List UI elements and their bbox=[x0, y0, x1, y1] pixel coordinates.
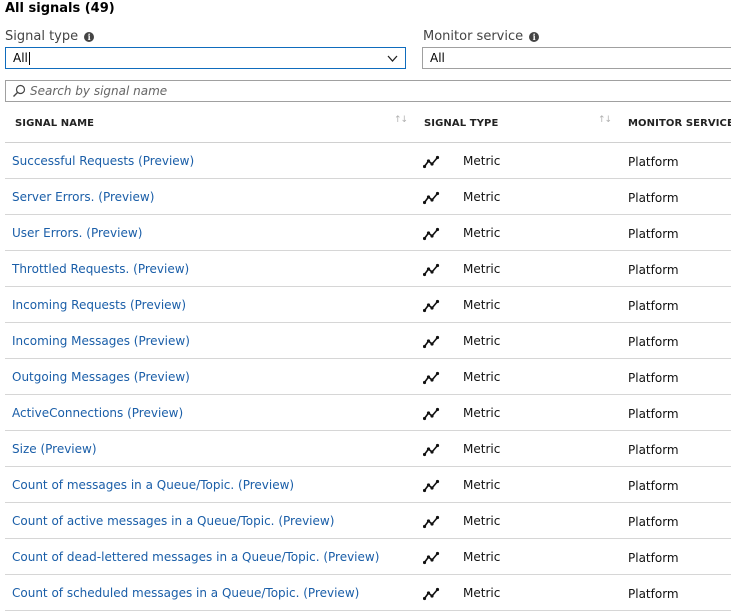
info-icon[interactable]: i bbox=[84, 31, 95, 42]
info-icon[interactable]: i bbox=[529, 31, 540, 42]
signal-type-dropdown[interactable]: All bbox=[5, 47, 406, 69]
text-caret bbox=[28, 52, 30, 65]
metric-icon bbox=[423, 191, 440, 205]
monitor-service-cell: Platform bbox=[628, 191, 679, 205]
search-input[interactable] bbox=[30, 82, 710, 100]
search-box[interactable] bbox=[5, 80, 731, 102]
signal-type-cell: Metric bbox=[463, 262, 501, 276]
table-row[interactable]: Size (Preview) Metric Platform bbox=[5, 431, 731, 467]
monitor-service-cell: Platform bbox=[628, 335, 679, 349]
metric-icon bbox=[423, 371, 440, 385]
signal-type-cell: Metric bbox=[463, 334, 501, 348]
table-row[interactable]: Count of dead-lettered messages in a Que… bbox=[5, 539, 731, 575]
monitor-service-cell: Platform bbox=[628, 299, 679, 313]
sort-icon[interactable]: ↑↓ bbox=[394, 115, 408, 125]
table-row[interactable]: Incoming Messages (Preview) Metric Platf… bbox=[5, 323, 731, 359]
signal-type-value: All bbox=[13, 51, 28, 65]
signal-type-cell: Metric bbox=[463, 370, 501, 384]
monitor-service-dropdown[interactable]: All bbox=[422, 47, 731, 69]
signals-panel: All signals (49) Signal type i All Monit… bbox=[0, 0, 731, 612]
monitor-service-cell: Platform bbox=[628, 443, 679, 457]
panel-title: All signals (49) bbox=[5, 1, 115, 16]
table-row[interactable]: ActiveConnections (Preview) Metric Platf… bbox=[5, 395, 731, 431]
monitor-service-cell: Platform bbox=[628, 407, 679, 421]
metric-icon bbox=[423, 227, 440, 241]
signal-type-cell: Metric bbox=[463, 550, 501, 564]
table-row[interactable]: Outgoing Messages (Preview) Metric Platf… bbox=[5, 359, 731, 395]
monitor-service-label-text: Monitor service bbox=[423, 29, 524, 44]
metric-icon bbox=[423, 263, 440, 277]
table-row[interactable]: Count of messages in a Queue/Topic. (Pre… bbox=[5, 467, 731, 503]
signal-type-cell: Metric bbox=[463, 442, 501, 456]
signal-type-cell: Metric bbox=[463, 298, 501, 312]
signal-name-link[interactable]: Count of scheduled messages in a Queue/T… bbox=[12, 586, 359, 600]
signal-name-link[interactable]: Count of active messages in a Queue/Topi… bbox=[12, 514, 334, 528]
table-row[interactable]: Count of scheduled messages in a Queue/T… bbox=[5, 575, 731, 611]
chevron-down-icon bbox=[387, 55, 398, 62]
signal-name-link[interactable]: User Errors. (Preview) bbox=[12, 226, 142, 240]
monitor-service-cell: Platform bbox=[628, 515, 679, 529]
monitor-service-cell: Platform bbox=[628, 263, 679, 277]
metric-icon bbox=[423, 407, 440, 421]
search-icon bbox=[13, 84, 26, 97]
signal-type-label: Signal type i bbox=[5, 29, 95, 44]
monitor-service-value: All bbox=[430, 51, 445, 65]
metric-icon bbox=[423, 299, 440, 313]
table-row[interactable]: Count of active messages in a Queue/Topi… bbox=[5, 503, 731, 539]
metric-icon bbox=[423, 443, 440, 457]
signal-type-label-text: Signal type bbox=[5, 29, 79, 44]
column-header-signal-name[interactable]: SIGNAL NAME bbox=[15, 118, 94, 129]
column-header-monitor-service[interactable]: MONITOR SERVICE bbox=[628, 118, 731, 129]
metric-icon bbox=[423, 551, 440, 565]
table-row[interactable]: Incoming Requests (Preview) Metric Platf… bbox=[5, 287, 731, 323]
signal-type-cell: Metric bbox=[463, 154, 501, 168]
sort-icon[interactable]: ↑↓ bbox=[598, 115, 612, 125]
signal-name-link[interactable]: Outgoing Messages (Preview) bbox=[12, 370, 190, 384]
signal-name-link[interactable]: Incoming Messages (Preview) bbox=[12, 334, 190, 348]
signal-name-link[interactable]: Incoming Requests (Preview) bbox=[12, 298, 186, 312]
signal-name-link[interactable]: Count of messages in a Queue/Topic. (Pre… bbox=[12, 478, 294, 492]
monitor-service-cell: Platform bbox=[628, 371, 679, 385]
metric-icon bbox=[423, 155, 440, 169]
table-row[interactable]: Throttled Requests. (Preview) Metric Pla… bbox=[5, 251, 731, 287]
column-header-signal-type[interactable]: SIGNAL TYPE bbox=[424, 118, 498, 129]
signal-name-link[interactable]: Successful Requests (Preview) bbox=[12, 154, 194, 168]
monitor-service-cell: Platform bbox=[628, 227, 679, 241]
metric-icon bbox=[423, 587, 440, 601]
signal-name-link[interactable]: Throttled Requests. (Preview) bbox=[12, 262, 189, 276]
signal-type-cell: Metric bbox=[463, 586, 501, 600]
metric-icon bbox=[423, 515, 440, 529]
row-divider bbox=[5, 610, 731, 611]
signal-type-cell: Metric bbox=[463, 226, 501, 240]
signal-type-cell: Metric bbox=[463, 406, 501, 420]
signal-type-cell: Metric bbox=[463, 514, 501, 528]
signal-name-link[interactable]: Count of dead-lettered messages in a Que… bbox=[12, 550, 379, 564]
monitor-service-cell: Platform bbox=[628, 155, 679, 169]
monitor-service-label: Monitor service i bbox=[423, 29, 540, 44]
monitor-service-cell: Platform bbox=[628, 587, 679, 601]
signal-type-cell: Metric bbox=[463, 190, 501, 204]
monitor-service-cell: Platform bbox=[628, 551, 679, 565]
metric-icon bbox=[423, 479, 440, 493]
signal-name-link[interactable]: ActiveConnections (Preview) bbox=[12, 406, 183, 420]
signal-name-link[interactable]: Server Errors. (Preview) bbox=[12, 190, 154, 204]
table-row[interactable]: User Errors. (Preview) Metric Platform bbox=[5, 215, 731, 251]
signal-name-link[interactable]: Size (Preview) bbox=[12, 442, 97, 456]
table-row[interactable]: Server Errors. (Preview) Metric Platform bbox=[5, 179, 731, 215]
signal-type-cell: Metric bbox=[463, 478, 501, 492]
monitor-service-cell: Platform bbox=[628, 479, 679, 493]
metric-icon bbox=[423, 335, 440, 349]
table-row[interactable]: Successful Requests (Preview) Metric Pla… bbox=[5, 143, 731, 179]
